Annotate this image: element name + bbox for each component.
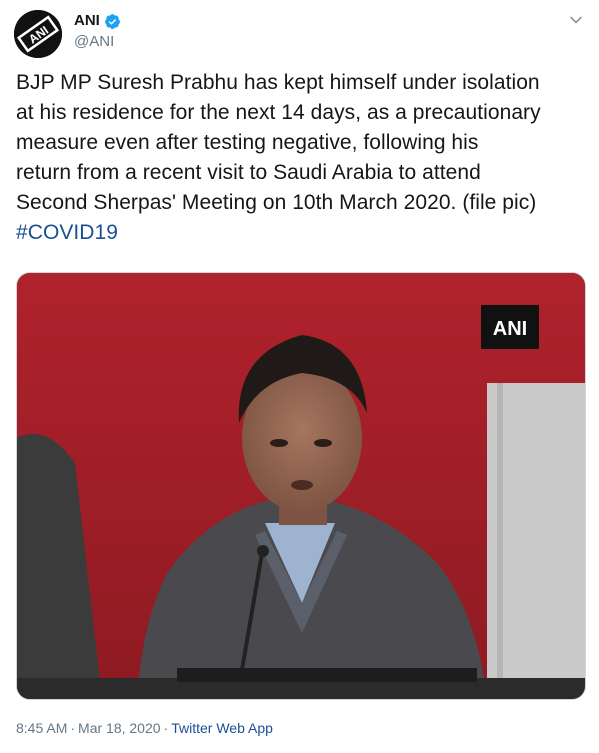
hashtag-link[interactable]: #COVID19: [16, 218, 588, 248]
tweet-text-line: measure even after testing negative, fol…: [16, 131, 479, 154]
tweet-text: BJP MP Suresh Prabhu has kept himself un…: [16, 68, 588, 248]
verified-badge-icon: [104, 13, 120, 29]
tweet-date[interactable]: Mar 18, 2020: [78, 720, 161, 736]
tweet-text-line: at his residence for the next 14 days, a…: [16, 101, 541, 124]
name-row: ANI: [74, 12, 121, 30]
chevron-down-icon[interactable]: [568, 12, 584, 28]
tweet-photo[interactable]: ANI: [16, 272, 586, 700]
tweet-header: ANI ANI @ANI: [0, 0, 599, 64]
tweet-text-line: Second Sherpas' Meeting on 10th March 20…: [16, 191, 537, 214]
footer-separator: ·: [70, 720, 76, 736]
footer-separator: ·: [163, 720, 169, 736]
ani-logo-icon: ANI: [14, 10, 62, 58]
handle[interactable]: @ANI: [74, 33, 114, 51]
tweet-text-line: return from a recent visit to Saudi Arab…: [16, 161, 481, 184]
tweet-time[interactable]: 8:45 AM: [16, 720, 67, 736]
photo-watermark: ANI: [493, 318, 527, 340]
tweet-source-link[interactable]: Twitter Web App: [171, 720, 273, 736]
avatar[interactable]: ANI: [14, 10, 62, 58]
tweet-text-line: BJP MP Suresh Prabhu has kept himself un…: [16, 71, 540, 94]
photo-illustration: ANI: [17, 273, 585, 699]
tweet-footer: 8:45 AM · Mar 18, 2020 · Twitter Web App: [16, 719, 273, 737]
display-name[interactable]: ANI: [74, 12, 100, 30]
